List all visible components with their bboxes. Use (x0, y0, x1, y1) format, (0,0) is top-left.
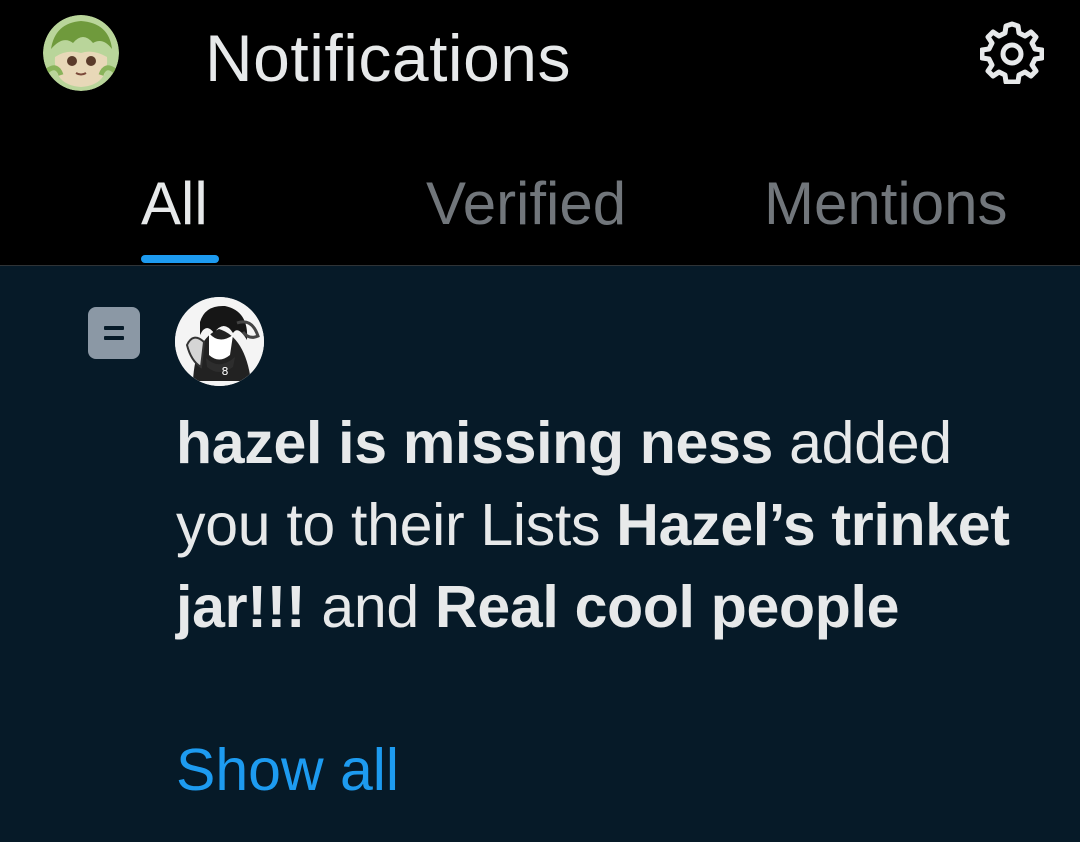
gear-icon[interactable] (979, 20, 1045, 85)
page-title: Notifications (205, 21, 571, 95)
tab-mentions[interactable]: Mentions (764, 168, 1007, 240)
actor-name-link[interactable]: hazel is missing ness (176, 410, 773, 476)
notification-conjunction-text: and (305, 574, 436, 640)
tab-all[interactable]: All (141, 168, 208, 240)
user-avatar-icon[interactable] (43, 15, 119, 91)
actor-avatar-icon[interactable]: 8 (175, 297, 264, 386)
active-tab-indicator (141, 255, 219, 263)
notifications-screen: Notifications All Verified Mentions 8 ha… (0, 0, 1080, 842)
svg-text:8: 8 (222, 365, 229, 378)
list-name-link[interactable]: Real cool people (435, 574, 899, 640)
show-all-link[interactable]: Show all (176, 732, 399, 808)
tab-verified[interactable]: Verified (426, 168, 626, 240)
header: Notifications All Verified Mentions (0, 0, 1080, 265)
notification-text: hazel is missing ness added you to their… (176, 402, 1046, 648)
list-icon (88, 307, 140, 359)
